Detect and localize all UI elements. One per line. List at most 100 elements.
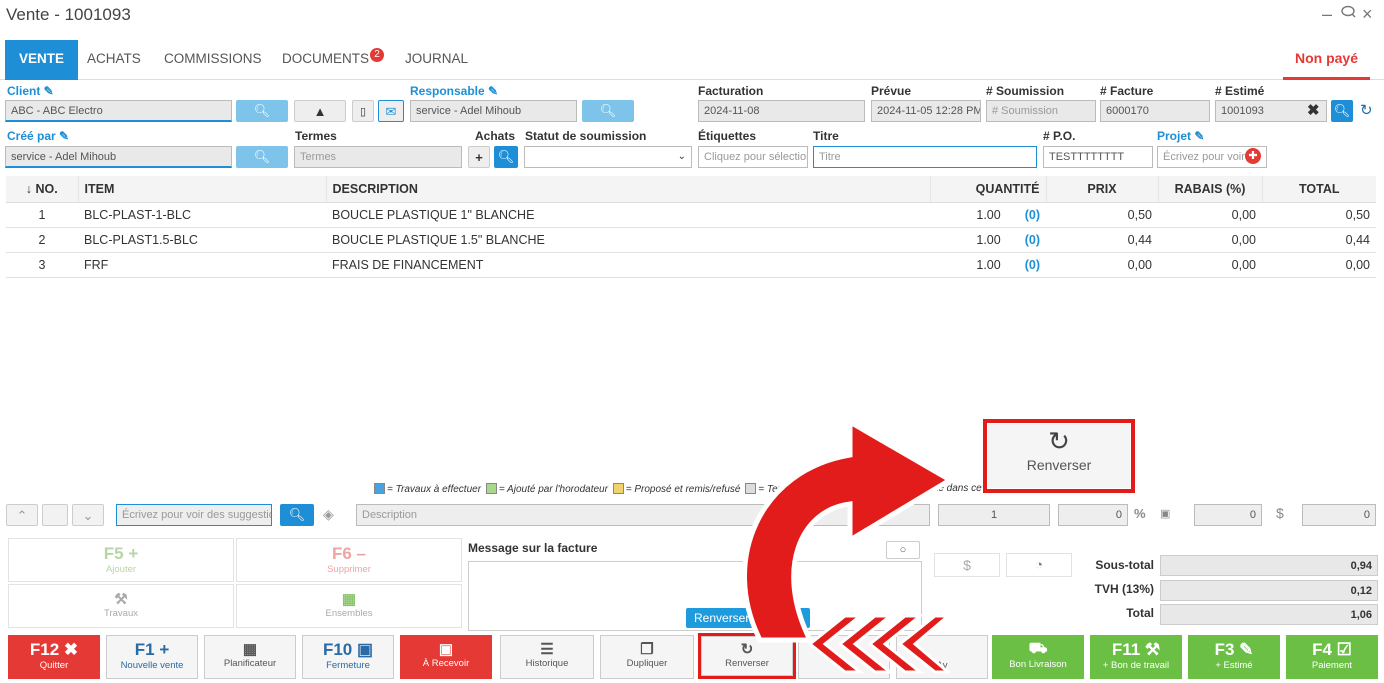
nouvelle-vente-button[interactable]: F1 + Nouvelle vente (106, 635, 198, 679)
client-input[interactable]: ABC - ABC Electro (5, 100, 232, 122)
legend-swatch-green (485, 483, 497, 494)
chat-icon[interactable] (1340, 4, 1356, 25)
responsable-search-button[interactable]: 🔍︎ (582, 100, 634, 122)
dupliquer-button[interactable]: ❐ Dupliquer (600, 635, 694, 679)
dollar-toggle[interactable]: $ (1276, 505, 1284, 521)
clear-estime-icon[interactable]: ✖ (1307, 101, 1320, 119)
statut-select[interactable]: ⌄ (524, 146, 692, 168)
refresh-icon[interactable]: ↻ (1360, 101, 1373, 119)
delete-line-button[interactable]: F6 – Supprimer (236, 538, 462, 582)
item-search-button[interactable]: 🔍︎ (280, 504, 314, 526)
annotation-chevrons (807, 614, 950, 674)
table-row[interactable]: 2 BLC-PLAST1.5-BLC BOUCLE PLASTIQUE 1.5"… (6, 227, 1376, 253)
responsable-label[interactable]: Responsable ✎ (410, 84, 498, 98)
row-down-button[interactable]: ⌄ (72, 504, 104, 526)
road-button[interactable]: ▲ (294, 100, 346, 122)
facturation-input[interactable]: 2024-11-08 (698, 100, 865, 122)
copy-icon: ❐ (640, 641, 654, 658)
plus-icon: + (128, 544, 139, 563)
col-item[interactable]: ITEM (78, 176, 327, 203)
qty-link[interactable]: (0) (1025, 208, 1040, 222)
search-icon: 🔍︎ (599, 103, 617, 118)
item-suggest-input[interactable]: Écrivez pour voir des suggestion (116, 504, 272, 526)
rabais-input[interactable]: 0 (1058, 504, 1128, 526)
ensembles-button[interactable]: ▦ Ensembles (236, 584, 462, 628)
col-description[interactable]: DESCRIPTION (326, 176, 931, 203)
achats-search-button[interactable]: 🔍︎ (494, 146, 518, 168)
a-recevoir-button[interactable]: ▣ À Recevoir (400, 635, 492, 679)
qty-link[interactable]: (0) (1025, 233, 1040, 247)
total-input[interactable]: 0 (1302, 504, 1376, 526)
prix-input[interactable]: 0 (1194, 504, 1262, 526)
travaux-button[interactable]: ⚒ Travaux (8, 584, 234, 628)
pie-chart-icon[interactable]: ◔ (1006, 553, 1072, 577)
refresh-icon: ↻ (1048, 426, 1070, 456)
search-icon: 🔍︎ (253, 103, 271, 118)
projet-label[interactable]: Projet ✎ (1157, 129, 1204, 143)
quitter-button[interactable]: F12 ✖ Quitter (8, 635, 100, 679)
historique-button[interactable]: ☰ Historique (500, 635, 594, 679)
title-bar: Vente - 1001093 – × (0, 0, 1384, 34)
etiquettes-input[interactable]: Cliquez pour sélectior (698, 146, 808, 168)
tag-icon[interactable]: ◈ (323, 506, 334, 523)
col-rabais[interactable]: RABAIS (%) (1158, 176, 1263, 203)
bon-travail-button[interactable]: F11 ⚒ + Bon de travail (1090, 635, 1182, 679)
search-icon: 🔍︎ (253, 149, 271, 164)
add-line-button[interactable]: F5 + Ajouter (8, 538, 234, 582)
callout-renverser-button[interactable]: ↻ Renverser (988, 424, 1130, 488)
row-number-input[interactable] (42, 504, 68, 526)
qty-link[interactable]: (0) (1025, 258, 1040, 272)
row-no: 2 (6, 227, 78, 253)
cash-icon[interactable]: ▣ (1160, 507, 1170, 520)
planificateur-button[interactable]: ▦ Planificateur (204, 635, 296, 679)
responsable-input[interactable]: service - Adel Mihoub (410, 100, 577, 122)
col-quantite[interactable]: QUANTITÉ (930, 176, 1047, 203)
tab-commissions[interactable]: COMMISSIONS (150, 40, 276, 80)
tab-achats[interactable]: ACHATS (73, 40, 155, 80)
prevue-label: Prévue (871, 84, 912, 98)
row-up-button[interactable]: ⌃ (6, 504, 38, 526)
search-icon: 🔍︎ (497, 149, 515, 164)
client-label[interactable]: Client ✎ (7, 84, 54, 98)
client-search-button[interactable]: 🔍︎ (236, 100, 288, 122)
plus-icon: + (475, 150, 483, 165)
mobile-button[interactable]: ▯ (352, 100, 374, 122)
wrench-icon: ⚒ (114, 591, 128, 608)
row-description: BOUCLE PLASTIQUE 1.5" BLANCHE (326, 227, 930, 253)
email-button[interactable]: ✉ (378, 100, 404, 122)
soumission-input[interactable]: # Soumission (986, 100, 1096, 122)
table-row[interactable]: 3 FRF FRAIS DE FINANCEMENT 1.00 (0) 0,00 … (6, 252, 1376, 278)
row-total: 0,44 (1262, 227, 1376, 253)
estime-search-button[interactable]: 🔍︎ (1331, 100, 1353, 122)
cree-par-search-button[interactable]: 🔍︎ (236, 146, 288, 168)
facturation-label: Facturation (698, 84, 764, 98)
minimize-icon[interactable]: – (1322, 4, 1332, 25)
col-prix[interactable]: PRIX (1046, 176, 1159, 203)
tab-journal[interactable]: JOURNAL (391, 40, 482, 80)
plus-icon: + (159, 640, 170, 659)
prevue-input[interactable]: 2024-11-05 12:28 PM (871, 100, 981, 122)
estime-button[interactable]: F3 ✎ + Estimé (1188, 635, 1280, 679)
col-total[interactable]: TOTAL (1262, 176, 1376, 203)
table-row[interactable]: 1 BLC-PLAST-1-BLC BOUCLE PLASTIQUE 1" BL… (6, 202, 1376, 228)
paiement-button[interactable]: F4 ☑ Paiement (1286, 635, 1378, 679)
fermeture-button[interactable]: F10 ▣ Fermeture (302, 635, 394, 679)
termes-input[interactable]: Termes (294, 146, 462, 168)
cree-par-label[interactable]: Créé par ✎ (7, 129, 69, 143)
projet-icon[interactable]: ✚ (1245, 148, 1261, 164)
grid-icon: ▦ (341, 591, 357, 608)
row-item: BLC-PLAST1.5-BLC (78, 227, 326, 253)
percent-toggle[interactable]: % (1134, 506, 1146, 521)
facture-input[interactable]: 6000170 (1100, 100, 1210, 122)
cree-par-input[interactable]: service - Adel Mihoub (5, 146, 232, 168)
titre-input[interactable]: Titre (813, 146, 1037, 168)
achats-add-button[interactable]: + (468, 146, 490, 168)
close-icon[interactable]: × (1362, 4, 1373, 25)
search-icon: 🔍︎ (288, 507, 306, 522)
row-item: BLC-PLAST-1-BLC (78, 202, 326, 228)
col-no[interactable]: ↓ NO. (6, 176, 79, 203)
bon-livraison-button[interactable]: ⛟ Bon Livraison (992, 635, 1084, 679)
tab-vente[interactable]: VENTE (5, 40, 79, 80)
po-input[interactable]: TESTTTTTTTT (1043, 146, 1153, 168)
tab-documents[interactable]: DOCUMENTS 2 (268, 40, 398, 80)
